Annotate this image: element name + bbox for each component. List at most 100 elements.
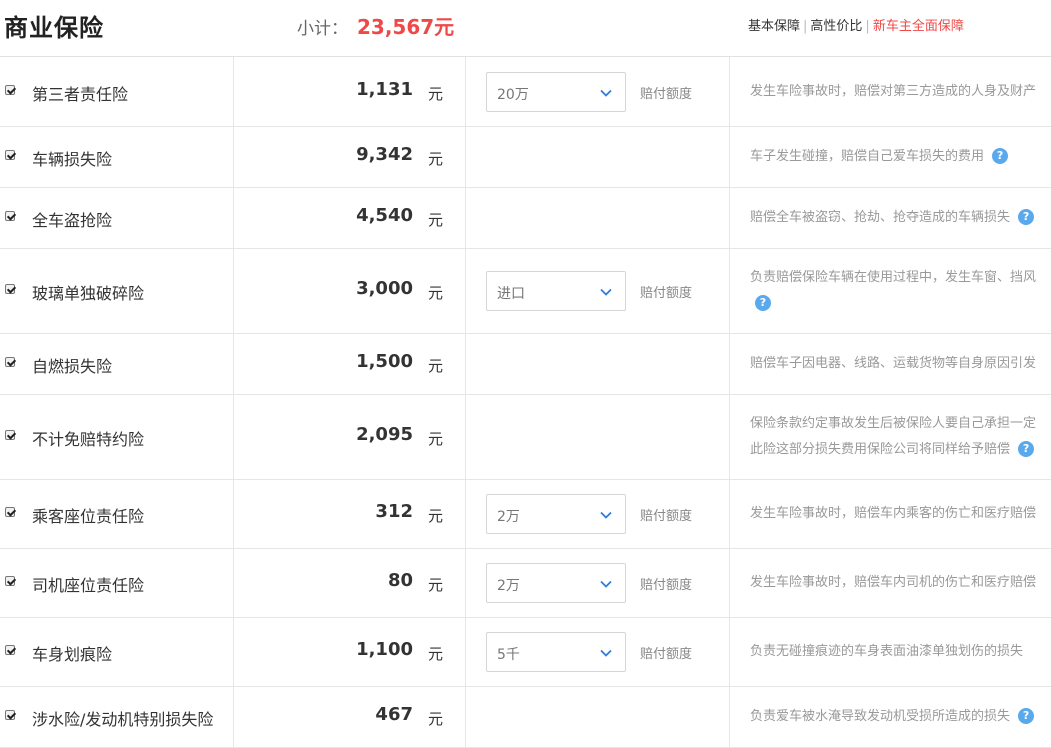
insurance-checkbox[interactable] <box>5 284 15 294</box>
column-divider <box>729 618 730 686</box>
plan-tabs: 基本保障 | 高性价比 | 新车主全面保障 <box>748 15 964 34</box>
chevron-down-icon <box>599 576 613 590</box>
column-divider <box>233 395 234 479</box>
price-unit: 元 <box>428 576 444 594</box>
select-value: 20万 <box>497 86 529 103</box>
tab-basic[interactable]: 基本保障 <box>748 19 800 34</box>
table-row: 全车盗抢险 4,540 元 赔偿全车被盗窃、抢劫、抢夺造成的车辆损失? <box>0 188 1051 249</box>
chevron-down-icon <box>599 284 613 298</box>
insurance-name: 第三者责任险 <box>32 84 129 104</box>
column-divider <box>465 687 466 747</box>
insurance-price: 80 <box>387 570 413 591</box>
insurance-price: 467 <box>375 704 413 725</box>
help-icon[interactable]: ? <box>992 147 1009 164</box>
chevron-down-icon <box>599 507 613 521</box>
help-icon[interactable]: ? <box>1018 707 1035 724</box>
price-unit: 元 <box>428 710 444 728</box>
price-unit: 元 <box>428 84 444 103</box>
insurance-checkbox[interactable] <box>5 710 15 720</box>
description-text: 赔偿车子因电器、线路、运载货物等自身原因引发 <box>750 356 1037 371</box>
column-divider <box>233 480 234 548</box>
column-divider <box>465 480 466 548</box>
insurance-checkbox[interactable] <box>5 357 15 367</box>
column-divider <box>729 687 730 747</box>
description-text: 负责爱车被水淹导致发动机受损所造成的损失 <box>750 709 1011 724</box>
column-divider <box>233 549 234 617</box>
column-divider <box>729 188 730 248</box>
help-icon[interactable]: ? <box>1018 440 1035 457</box>
insurance-description: 赔偿车子因电器、线路、运载货物等自身原因引发 <box>750 351 1051 377</box>
price-unit: 元 <box>428 507 444 525</box>
coverage-amount-select[interactable]: 2万 <box>486 494 626 534</box>
column-divider <box>233 188 234 248</box>
header: 商业保险 小计： 23,567元 基本保障 | 高性价比 | 新车主全面保障 <box>0 0 1051 56</box>
coverage-amount-select[interactable]: 进口 <box>486 271 626 311</box>
help-icon[interactable]: ? <box>755 294 771 311</box>
column-divider <box>729 395 730 479</box>
table-row: 自燃损失险 1,500 元 赔偿车子因电器、线路、运载货物等自身原因引发 <box>0 334 1051 395</box>
price-unit: 元 <box>428 211 444 229</box>
insurance-name: 乘客座位责任险 <box>32 507 145 526</box>
tab-new-owner[interactable]: 新车主全面保障 <box>873 19 964 34</box>
insurance-description: 发生车险事故时，赔偿对第三方造成的人身及财产 <box>750 79 1051 105</box>
coverage-amount-select[interactable]: 2万 <box>486 563 626 603</box>
coverage-amount-label: 赔付额度 <box>640 86 693 102</box>
subtotal-label: 小计： <box>297 19 348 39</box>
description-text: 负责无碰撞痕迹的车身表面油漆单独划伤的损失 <box>750 644 1024 659</box>
insurance-name: 不计免赔特约险 <box>32 430 145 449</box>
insurance-description: 负责无碰撞痕迹的车身表面油漆单独划伤的损失 <box>750 639 1051 665</box>
insurance-price: 9,342 <box>356 144 413 165</box>
table-row: 玻璃单独破碎险 3,000 元 进口 赔付额度 负责赔偿保险车辆在使用过程中，发生车窗… <box>0 249 1051 334</box>
column-divider <box>465 188 466 248</box>
insurance-description: 赔偿全车被盗窃、抢劫、抢夺造成的车辆损失? <box>750 205 1051 231</box>
insurance-checkbox[interactable] <box>5 430 15 440</box>
insurance-description: 发生车险事故时，赔偿车内乘客的伤亡和医疗赔偿 <box>750 501 1051 527</box>
insurance-price: 2,095 <box>356 424 413 445</box>
table-row: 涉水险/发动机特别损失险 467 元 负责爱车被水淹导致发动机受损所造成的损失? <box>0 687 1051 748</box>
insurance-checkbox[interactable] <box>5 507 15 517</box>
insurance-checkbox[interactable] <box>5 211 15 221</box>
coverage-amount-select[interactable]: 20万 <box>486 71 626 112</box>
select-value: 5千 <box>497 647 520 663</box>
table-row: 乘客座位责任险 312 元 2万 赔付额度 发生车险事故时，赔偿车内乘客的伤亡和医疗赔… <box>0 480 1051 549</box>
table-row: 第三者责任险 1,131 元 20万 赔付额度 发生车险事故时，赔偿对第三方造成的人身… <box>0 57 1051 127</box>
insurance-price: 1,500 <box>356 351 413 372</box>
page-title: 商业保险 <box>4 14 104 42</box>
insurance-name: 玻璃单独破碎险 <box>32 284 145 303</box>
insurance-table: 第三者责任险 1,131 元 20万 赔付额度 发生车险事故时，赔偿对第三方造成的人身… <box>0 56 1051 748</box>
description-text: 保险条款约定事故发生后被保险人要自己承担一定 <box>750 416 1037 431</box>
table-row: 司机座位责任险 80 元 2万 赔付额度 发生车险事故时，赔偿车内司机的伤亡和医疗赔偿 <box>0 549 1051 618</box>
insurance-price: 3,000 <box>356 278 413 299</box>
column-divider <box>233 334 234 394</box>
description-text: 发生车险事故时，赔偿车内司机的伤亡和医疗赔偿 <box>750 575 1037 590</box>
description-text: 发生车险事故时，赔偿车内乘客的伤亡和医疗赔偿 <box>750 506 1037 521</box>
table-row: 不计免赔特约险 2,095 元 保险条款约定事故发生后被保险人要自己承担一定 此险这部分… <box>0 395 1051 480</box>
subtotal-value: 23,567元 <box>357 15 455 39</box>
insurance-description: 负责赔偿保险车辆在使用过程中，发生车窗、挡风? <box>750 265 1051 317</box>
help-icon[interactable]: ? <box>1018 208 1035 225</box>
insurance-checkbox[interactable] <box>5 84 15 95</box>
tab-separator: | <box>865 19 870 34</box>
column-divider <box>465 549 466 617</box>
column-divider <box>729 480 730 548</box>
column-divider <box>729 334 730 394</box>
tab-value[interactable]: 高性价比 <box>810 19 862 34</box>
insurance-checkbox[interactable] <box>5 576 15 586</box>
coverage-amount-select[interactable]: 5千 <box>486 632 626 672</box>
insurance-price: 312 <box>375 501 413 522</box>
insurance-checkbox[interactable] <box>5 150 15 160</box>
price-unit: 元 <box>428 357 444 375</box>
insurance-name: 司机座位责任险 <box>32 576 145 595</box>
column-divider <box>729 57 730 126</box>
column-divider <box>233 57 234 126</box>
coverage-amount-label: 赔付额度 <box>640 286 693 301</box>
column-divider <box>729 249 730 333</box>
column-divider <box>233 127 234 187</box>
insurance-price: 1,100 <box>356 639 413 660</box>
description-text: 负责赔偿保险车辆在使用过程中，发生车窗、挡风 <box>750 270 1037 285</box>
insurance-name: 车身划痕险 <box>32 645 113 664</box>
price-unit: 元 <box>428 430 444 448</box>
insurance-description: 负责爱车被水淹导致发动机受损所造成的损失? <box>750 704 1051 730</box>
insurance-checkbox[interactable] <box>5 645 15 655</box>
chevron-down-icon <box>599 645 613 659</box>
